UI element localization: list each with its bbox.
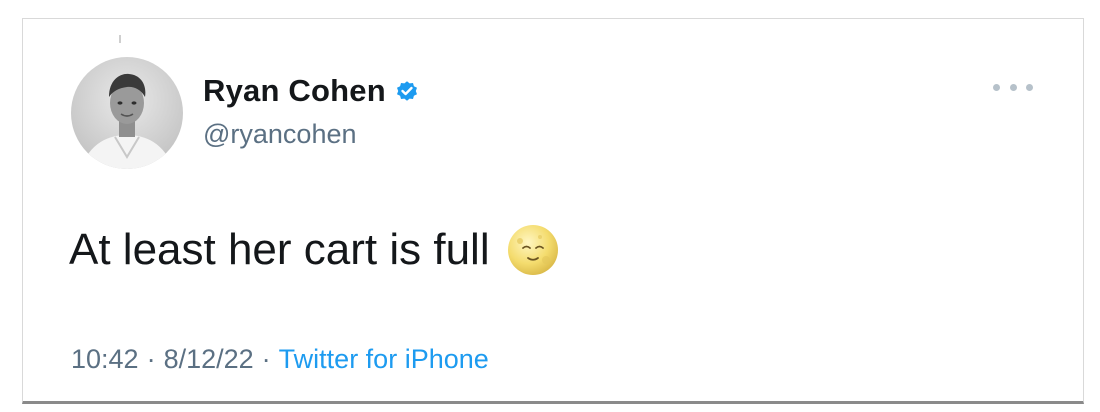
user-handle[interactable]: @ryancohen (203, 119, 357, 150)
verified-badge-icon (395, 79, 419, 103)
tweet-date[interactable]: 8/12/22 (164, 344, 254, 375)
meta-separator: · (261, 344, 271, 374)
screenshot-frame: Ryan Cohen @ryancohen At least her cart … (0, 0, 1100, 412)
more-options-icon[interactable] (993, 79, 1033, 95)
scan-mark (119, 35, 121, 43)
tweet-source-link[interactable]: Twitter for iPhone (279, 344, 489, 375)
tweet-card: Ryan Cohen @ryancohen At least her cart … (22, 18, 1084, 404)
meta-separator: · (146, 344, 156, 374)
tweet-text: At least her cart is full (69, 225, 490, 274)
tweet-time[interactable]: 10:42 (71, 344, 139, 375)
avatar[interactable] (71, 57, 183, 169)
tweet-body: At least her cart is full (69, 223, 560, 277)
dot-icon (1026, 83, 1033, 91)
tweet-meta: 10:42 · 8/12/22 · Twitter for iPhone (71, 344, 489, 375)
full-moon-face-icon (506, 223, 560, 277)
dot-icon (1009, 83, 1017, 91)
name-row: Ryan Cohen (203, 73, 419, 109)
dot-icon (993, 83, 1000, 91)
display-name[interactable]: Ryan Cohen (203, 73, 386, 109)
